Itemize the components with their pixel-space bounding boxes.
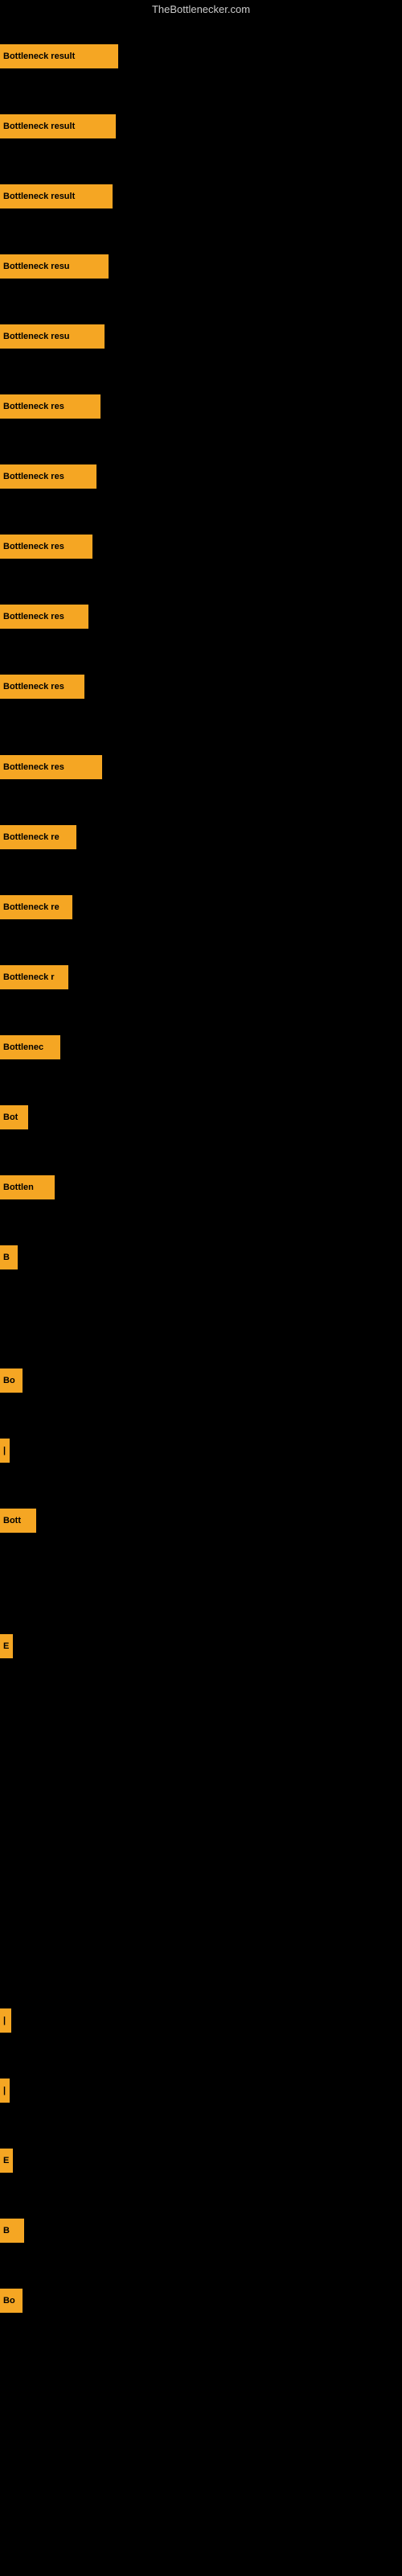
bar-17-label: Bottlen [3,1183,34,1192]
bar-7-label: Bottleneck res [3,472,64,481]
bar-9: Bottleneck res [0,605,88,629]
bar-19: Bo [0,1368,23,1393]
bar-24-label: | [3,2086,6,2095]
bar-16-label: Bot [3,1113,18,1122]
bar-10: Bottleneck res [0,675,84,699]
bar-27: Bo [0,2289,23,2313]
bar-18-label: B [3,1253,10,1262]
bar-26-label: B [3,2226,10,2235]
bar-16: Bot [0,1105,28,1129]
bar-11: Bottleneck res [0,755,102,779]
bar-3-label: Bottleneck result [3,192,75,201]
bar-25: E [0,2149,13,2173]
bar-8-label: Bottleneck res [3,542,64,551]
bar-2-label: Bottleneck result [3,122,75,131]
bar-9-label: Bottleneck res [3,612,64,621]
bar-2: Bottleneck result [0,114,116,138]
bar-22: E [0,1634,13,1658]
bar-12-label: Bottleneck re [3,832,59,842]
bar-12: Bottleneck re [0,825,76,849]
bar-23-label: | [3,2016,6,2025]
bar-21-label: Bott [3,1516,21,1525]
bar-20: | [0,1439,10,1463]
bar-14-label: Bottleneck r [3,972,55,982]
bar-5: Bottleneck resu [0,324,105,349]
bar-1: Bottleneck result [0,44,118,68]
bar-26: B [0,2219,24,2243]
bar-6: Bottleneck res [0,394,100,419]
bar-14: Bottleneck r [0,965,68,989]
bar-3: Bottleneck result [0,184,113,208]
bar-22-label: E [3,1641,9,1651]
bar-6-label: Bottleneck res [3,402,64,411]
bar-27-label: Bo [3,2296,15,2306]
bar-4-label: Bottleneck resu [3,262,70,271]
bar-5-label: Bottleneck resu [3,332,70,341]
bar-8: Bottleneck res [0,535,92,559]
bar-15-label: Bottlenec [3,1042,43,1052]
bar-25-label: E [3,2156,9,2165]
bar-15: Bottlenec [0,1035,60,1059]
bar-23: | [0,2008,11,2033]
bar-20-label: | [3,1446,6,1455]
bar-19-label: Bo [3,1376,15,1385]
bar-17: Bottlen [0,1175,55,1199]
bar-1-label: Bottleneck result [3,52,75,61]
site-title: TheBottlenecker.com [0,0,402,19]
bar-21: Bott [0,1509,36,1533]
bar-7: Bottleneck res [0,464,96,489]
bar-13: Bottleneck re [0,895,72,919]
bar-4: Bottleneck resu [0,254,109,279]
bar-10-label: Bottleneck res [3,682,64,691]
bar-13-label: Bottleneck re [3,902,59,912]
bar-24: | [0,2079,10,2103]
bar-18: B [0,1245,18,1269]
bar-11-label: Bottleneck res [3,762,64,772]
